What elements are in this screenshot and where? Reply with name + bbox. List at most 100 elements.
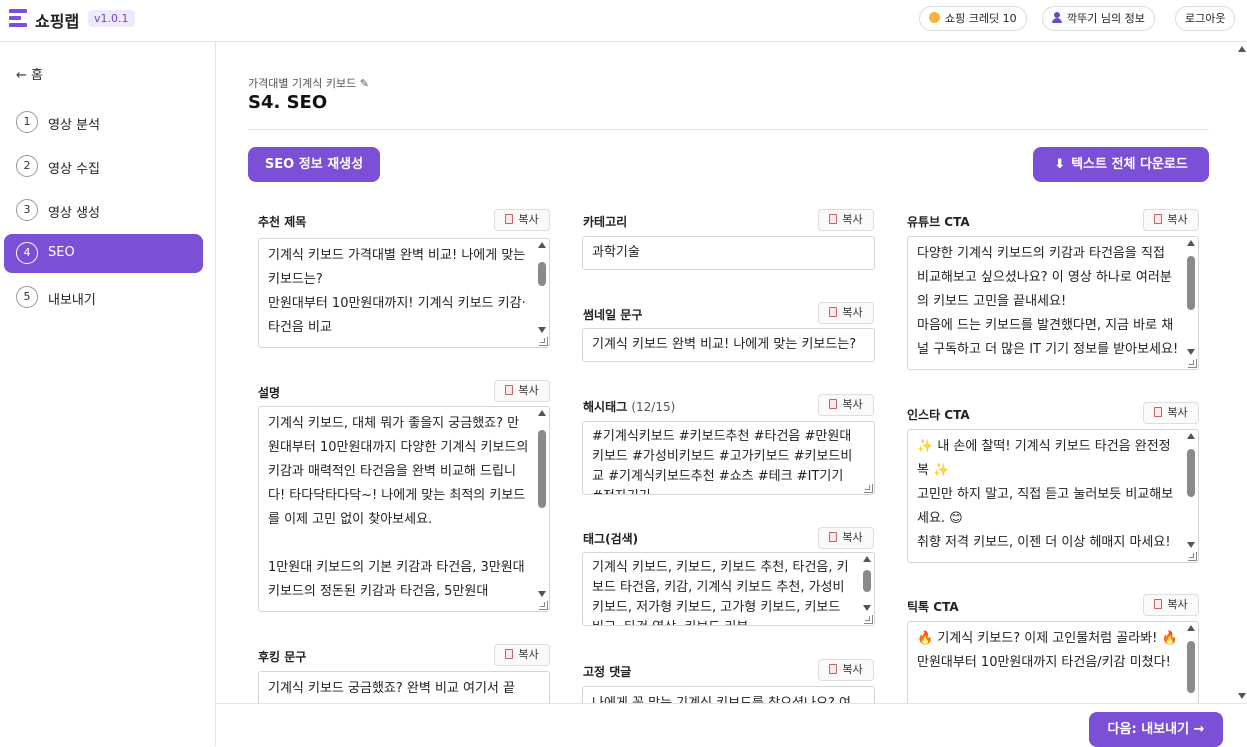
recommended-title-text: 기계식 키보드 가격대별 완벽 비교! 나에게 맞는 키보드는? 만원대부터 1… [268,248,526,335]
resize-handle[interactable] [864,484,873,493]
hashtags-textarea[interactable]: #기계식키보드 #키보드추천 #타건음 #만원대키보드 #가성비키보드 #고가키… [582,421,875,495]
thumbnail-text-field[interactable]: 기계식 키보드 완벽 비교! 나에게 맞는 키보드는? [582,328,875,362]
user-info-label: 깍뚜기 님의 정보 [1067,12,1145,25]
copy-hooking-button[interactable]: 복사 [494,644,550,666]
description-label: 설명 [258,386,281,400]
clipboard-icon [829,532,838,542]
thumbnail-text-value: 기계식 키보드 완벽 비교! 나에게 맞는 키보드는? [592,337,857,352]
clipboard-icon [1154,599,1163,609]
sidebar-item-video-analysis[interactable]: 1 영상 분석 [4,103,203,142]
scrollbar[interactable] [537,242,547,333]
page-scrollbar[interactable] [1237,42,1247,703]
resize-handle[interactable] [864,615,873,624]
scrollbar[interactable] [1186,625,1196,703]
sidebar-item-video-create[interactable]: 3 영상 생성 [4,191,203,230]
thumbnail-text-label: 썸네일 문구 [583,308,643,322]
hashtags-label-text: 해시태그 [583,400,628,414]
download-all-button[interactable]: ⬇ 텍스트 전체 다운로드 [1033,147,1209,182]
step-number: 2 [16,155,38,177]
step-number: 5 [16,286,38,308]
tags-textarea[interactable]: 기계식 키보드, 키보드, 키보드 추천, 타건음, 키보드 타건음, 키감, … [582,552,875,626]
pinned-comment-label: 고정 댓글 [583,665,632,679]
tiktok-cta-textarea[interactable]: 🔥 기계식 키보드? 이제 고인물처럼 골라봐! 🔥 만원대부터 10만원대까지… [907,621,1199,703]
sidebar: ← 홈 1 영상 분석 2 영상 수집 3 영상 생성 4 SEO 5 내보내기 [0,42,216,746]
top-bar: 쇼핑랩 v1.0.1 쇼핑 크레딧 10 깍뚜기 님의 정보 로그아웃 [0,0,1247,42]
divider [248,129,1209,130]
clipboard-icon [829,214,838,224]
tags-text: 기계식 키보드, 키보드, 키보드 추천, 타건음, 키보드 타건음, 키감, … [592,560,849,625]
main-content: 가격대별 기계식 키보드 ✎ S4. SEO SEO 정보 재생성 ⬇ 텍스트 전… [216,42,1247,703]
resize-handle[interactable] [1188,359,1197,368]
copy-pinned-comment-button[interactable]: 복사 [818,659,874,681]
category-field[interactable]: 과학기술 [582,236,875,270]
copy-youtube-cta-button[interactable]: 복사 [1143,209,1199,231]
sidebar-item-label: 영상 생성 [48,206,100,221]
clipboard-icon [829,307,838,317]
insta-cta-text: ✨ 내 손에 찰떡! 기계식 키보드 타건음 완전정복 ✨ 고민만 하지 말고,… [917,439,1174,550]
copy-thumbnail-button[interactable]: 복사 [818,302,874,324]
insta-cta-textarea[interactable]: ✨ 내 손에 찰떡! 기계식 키보드 타건음 완전정복 ✨ 고민만 하지 말고,… [907,429,1199,563]
recommended-title-label: 추천 제목 [258,215,307,229]
download-icon: ⬇ [1054,157,1066,172]
description-text: 기계식 키보드, 대체 뭐가 좋을지 궁금했죠? 만원대부터 10만원대까지 다… [268,416,529,599]
description-textarea[interactable]: 기계식 키보드, 대체 뭐가 좋을지 궁금했죠? 만원대부터 10만원대까지 다… [258,406,550,612]
regenerate-seo-button[interactable]: SEO 정보 재생성 [248,147,380,182]
logo-icon [9,9,27,27]
category-label: 카테고리 [583,215,628,229]
credit-label: 쇼핑 크레딧 10 [945,12,1017,25]
copy-description-button[interactable]: 복사 [494,380,550,402]
breadcrumb[interactable]: 가격대별 기계식 키보드 ✎ [248,75,369,91]
logout-button[interactable]: 로그아웃 [1175,6,1236,31]
coin-icon [929,12,940,23]
pinned-comment-textarea[interactable]: 나에게 꼭 맞는 기계식 키보드를 찾으셨나요? 여 [582,686,875,703]
hooking-textarea[interactable]: 기계식 키보드 궁금했죠? 완벽 비교 여기서 끝 [258,671,550,703]
copy-label: 복사 [1167,406,1188,419]
clipboard-icon [829,399,838,409]
copy-label: 복사 [842,531,863,544]
hashtag-count: (12/15) [631,400,676,414]
copy-label: 복사 [1167,598,1188,611]
copy-category-button[interactable]: 복사 [818,209,874,231]
home-link[interactable]: ← 홈 [16,64,43,83]
copy-hashtags-button[interactable]: 복사 [818,394,874,416]
copy-insta-cta-button[interactable]: 복사 [1143,402,1199,424]
user-info-button[interactable]: 깍뚜기 님의 정보 [1042,6,1155,31]
step-number: 3 [16,199,38,221]
sidebar-item-label: SEO [48,245,75,260]
scrollbar[interactable] [862,556,872,611]
step-number: 4 [16,242,38,264]
clipboard-icon [505,385,514,395]
scrollbar[interactable] [1186,240,1196,355]
sidebar-item-export[interactable]: 5 내보내기 [4,278,203,317]
youtube-cta-textarea[interactable]: 다양한 기계식 키보드의 키감과 타건음을 직접 비교해보고 싶으셨나요? 이 … [907,236,1199,370]
step-number: 1 [16,111,38,133]
copy-label: 복사 [842,663,863,676]
app-title: 쇼핑랩 [35,12,80,31]
copy-label: 복사 [518,648,539,661]
credit-button[interactable]: 쇼핑 크레딧 10 [919,6,1027,31]
clipboard-icon [505,649,514,659]
sidebar-item-seo[interactable]: 4 SEO [4,234,203,273]
scrollbar[interactable] [1186,433,1196,548]
copy-label: 복사 [842,306,863,319]
clipboard-icon [505,214,514,224]
copy-tiktok-cta-button[interactable]: 복사 [1143,594,1199,616]
scrollbar[interactable] [537,410,547,597]
tiktok-cta-text: 🔥 기계식 키보드? 이제 고인물처럼 골라봐! 🔥 만원대부터 10만원대까지… [917,631,1178,670]
sidebar-item-video-collect[interactable]: 2 영상 수집 [4,147,203,186]
copy-title-button[interactable]: 복사 [494,209,550,231]
copy-label: 복사 [842,213,863,226]
recommended-title-textarea[interactable]: 기계식 키보드 가격대별 완벽 비교! 나에게 맞는 키보드는? 만원대부터 1… [258,238,550,348]
clipboard-icon [1154,407,1163,417]
resize-handle[interactable] [539,601,548,610]
resize-handle[interactable] [1188,552,1197,561]
next-export-button[interactable]: 다음: 내보내기 → [1089,712,1223,747]
copy-label: 복사 [518,213,539,226]
clipboard-icon [829,664,838,674]
tiktok-cta-label: 틱톡 CTA [907,600,959,614]
resize-handle[interactable] [539,337,548,346]
page-title: S4. SEO [248,92,328,113]
copy-tags-button[interactable]: 복사 [818,527,874,549]
tags-label: 태그(검색) [583,532,639,546]
download-label: 텍스트 전체 다운로드 [1071,157,1188,172]
